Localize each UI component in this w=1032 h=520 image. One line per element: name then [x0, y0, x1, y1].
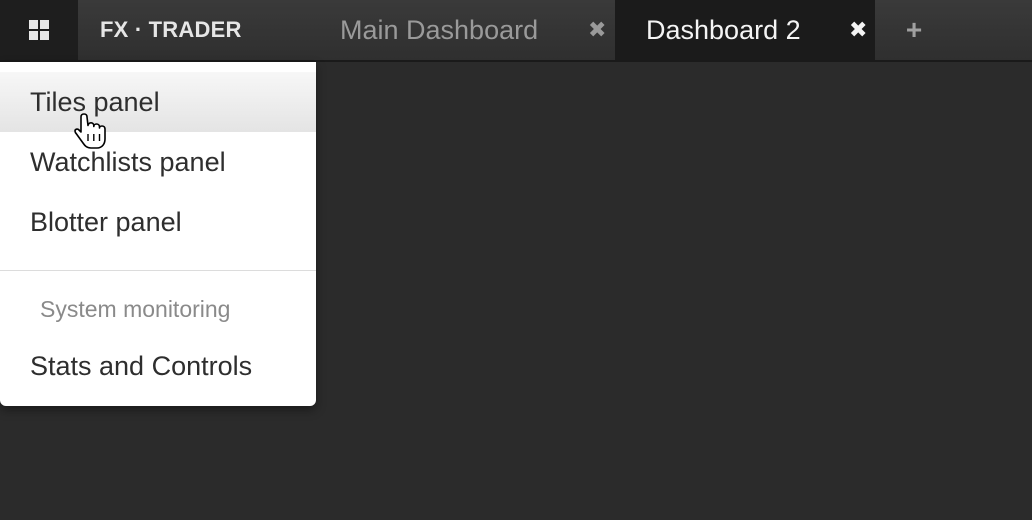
tab-label: Dashboard 2 — [646, 14, 801, 45]
tab-label: Main Dashboard — [340, 14, 539, 45]
close-icon[interactable]: ✖ — [849, 17, 867, 43]
top-bar: FX · TRADER Main Dashboard ✖ Dashboard 2… — [0, 0, 1032, 62]
add-tab-button[interactable]: + — [876, 0, 952, 60]
brand-logo: FX · TRADER — [100, 17, 242, 42]
grid-icon — [29, 20, 49, 40]
tab-main-dashboard[interactable]: Main Dashboard ✖ — [318, 0, 615, 60]
menu-divider — [0, 270, 316, 271]
menu-section-header: System monitoring — [40, 296, 231, 322]
menu-item-stats-and-controls[interactable]: Stats and Controls — [0, 336, 316, 396]
menu-item-watchlists-panel[interactable]: Watchlists panel — [0, 132, 316, 192]
plus-icon: + — [905, 14, 923, 45]
tab-dashboard-2[interactable]: Dashboard 2 ✖ — [615, 0, 875, 60]
menu-item-blotter-panel[interactable]: Blotter panel — [0, 192, 316, 252]
menu-item-tiles-panel[interactable]: Tiles panel — [0, 72, 316, 132]
apps-menu-button[interactable] — [0, 0, 78, 60]
close-icon[interactable]: ✖ — [588, 17, 606, 43]
panels-dropdown-menu: Tiles panel Watchlists panel Blotter pan… — [0, 62, 316, 406]
